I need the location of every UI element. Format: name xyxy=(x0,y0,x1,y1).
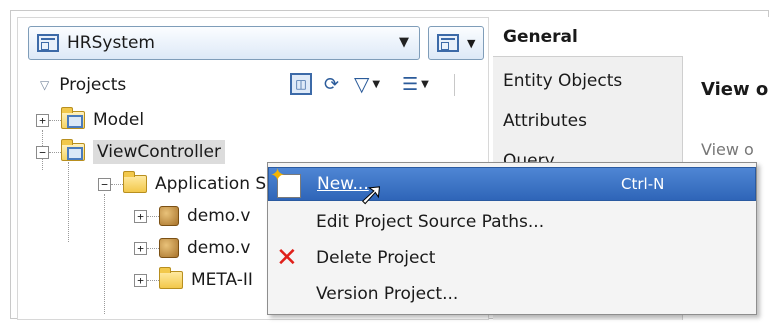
tree-node-meta-inf[interactable]: + META-II xyxy=(134,264,253,296)
description-line: View o xyxy=(701,140,754,159)
tree-node-model[interactable]: + Model xyxy=(36,104,144,136)
collapse-icon[interactable]: − xyxy=(98,177,111,191)
projects-header[interactable]: ▽ Projects ◫ ⟳ ▽ ▼ ☰ ▼ xyxy=(18,68,488,102)
package-icon xyxy=(159,238,179,258)
chevron-down-icon: ▼ xyxy=(421,78,429,90)
expand-icon[interactable]: + xyxy=(134,241,147,255)
chevron-down-icon: ▼ xyxy=(372,78,381,90)
package-icon xyxy=(159,206,179,226)
folder-icon xyxy=(123,171,147,193)
delete-x-icon: ✕ xyxy=(276,243,298,273)
mouse-pointer-icon: ➚ xyxy=(358,177,385,212)
section-heading: View o xyxy=(701,79,769,100)
tree-node-demo-2[interactable]: + demo.v xyxy=(134,232,250,264)
tree-connector xyxy=(49,151,61,153)
tree-node-application-sources[interactable]: − Application S xyxy=(98,168,266,200)
projects-title: Projects xyxy=(59,75,127,95)
project-properties-button[interactable]: ◫ xyxy=(290,71,312,97)
tree-node-label: Application S xyxy=(155,174,267,194)
menu-item-edit-source-paths[interactable]: Edit Project Source Paths... xyxy=(268,205,756,239)
tree-node-label: demo.v xyxy=(187,206,251,226)
tree-node-label: Model xyxy=(93,110,145,130)
tree-node-viewcontroller[interactable]: − ViewController xyxy=(36,136,225,168)
menu-item-label: Delete Project xyxy=(316,248,436,268)
filter-icon: ▽ xyxy=(354,72,370,96)
project-folder-icon xyxy=(61,139,85,161)
tree-connector xyxy=(111,183,123,185)
menu-item-new[interactable]: New... Ctrl-N xyxy=(268,165,756,201)
menu-item-shortcut: Ctrl-N xyxy=(621,175,665,193)
refresh-icon: ⟳ xyxy=(324,73,340,95)
properties-icon: ◫ xyxy=(290,73,312,95)
menu-item-delete-project[interactable]: ✕ Delete Project xyxy=(268,241,756,275)
tree-connector xyxy=(147,247,159,249)
tree-node-demo-1[interactable]: + demo.v xyxy=(134,200,250,232)
tree-node-label: demo.v xyxy=(187,238,251,258)
application-name: HRSystem xyxy=(67,33,155,53)
tree-connector xyxy=(68,162,69,242)
toolbar-separator xyxy=(454,74,455,96)
application-icon xyxy=(37,34,59,52)
tree-connector xyxy=(147,215,159,217)
menu-item-label: Edit Project Source Paths... xyxy=(316,212,545,232)
window-icon xyxy=(437,34,459,52)
new-gallery-icon xyxy=(270,165,301,198)
project-folder-icon xyxy=(61,107,85,129)
tree-connector xyxy=(104,194,105,314)
filter-button[interactable]: ▽ ▼ xyxy=(354,71,380,97)
collapse-icon[interactable]: − xyxy=(36,145,49,159)
chevron-down-icon: ▼ xyxy=(467,36,476,50)
tab-general[interactable]: General xyxy=(493,17,683,57)
menu-item-label: Version Project... xyxy=(316,284,459,304)
expand-icon[interactable]: + xyxy=(134,209,147,223)
tree-options-icon: ☰ xyxy=(402,73,419,95)
chevron-down-icon[interactable]: ▼ xyxy=(399,35,409,50)
collapse-triangle-icon[interactable]: ▽ xyxy=(40,78,49,92)
tree-connector xyxy=(49,119,61,121)
tree-connector xyxy=(147,279,159,281)
application-selector[interactable]: HRSystem ▼ xyxy=(28,26,420,60)
tab-entity-objects[interactable]: Entity Objects xyxy=(493,61,683,101)
refresh-button[interactable]: ⟳ xyxy=(324,71,339,97)
expand-icon[interactable]: + xyxy=(134,273,147,287)
sort-button[interactable]: ☰ ▼ xyxy=(402,71,429,97)
tree-node-label: ViewController xyxy=(93,140,225,164)
tree-node-label: META-II xyxy=(191,270,253,290)
project-context-menu: New... Ctrl-N Edit Project Source Paths.… xyxy=(267,162,757,315)
expand-icon[interactable]: + xyxy=(36,113,49,127)
application-menu-button[interactable]: ▼ xyxy=(428,26,484,60)
tab-attributes[interactable]: Attributes xyxy=(493,101,683,141)
folder-icon xyxy=(159,267,183,289)
menu-item-version-project[interactable]: Version Project... xyxy=(268,277,756,311)
